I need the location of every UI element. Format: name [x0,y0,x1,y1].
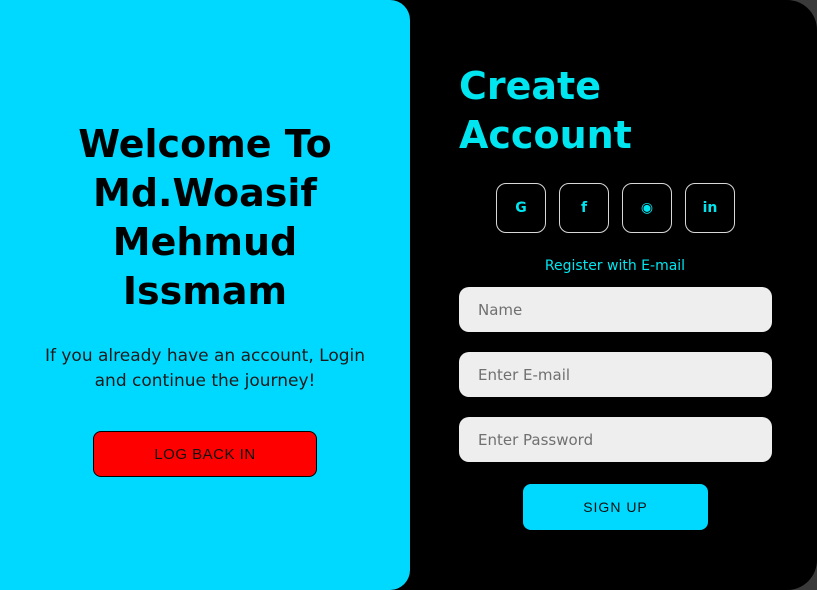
linkedin-login-button[interactable]: in [685,183,735,233]
facebook-icon: f [580,200,588,216]
google-icon: G [515,200,527,216]
github-login-button[interactable]: ◉ [622,183,672,233]
linkedin-icon: in [702,200,718,216]
social-login-buttons: G f ◉ in [496,183,735,233]
register-panel: Create Account G f ◉ in Register with E-… [410,0,817,590]
auth-card: Welcome To Md.Woasif Mehmud Issmam If yo… [0,0,817,590]
create-account-title: Create Account [459,64,632,157]
github-icon: ◉ [640,200,654,216]
welcome-panel: Welcome To Md.Woasif Mehmud Issmam If yo… [0,0,410,590]
password-field[interactable] [459,417,772,462]
log-back-in-button[interactable]: LOG BACK IN [93,431,317,477]
welcome-subtitle: If you already have an account, Login an… [44,346,366,391]
welcome-title: Welcome To Md.Woasif Mehmud Issmam [78,122,332,313]
facebook-login-button[interactable]: f [559,183,609,233]
email-field[interactable] [459,352,772,397]
sign-up-button[interactable]: SIGN UP [523,484,708,530]
google-login-button[interactable]: G [496,183,546,233]
name-field[interactable] [459,287,772,332]
register-with-email-label: Register with E-mail [544,258,686,274]
